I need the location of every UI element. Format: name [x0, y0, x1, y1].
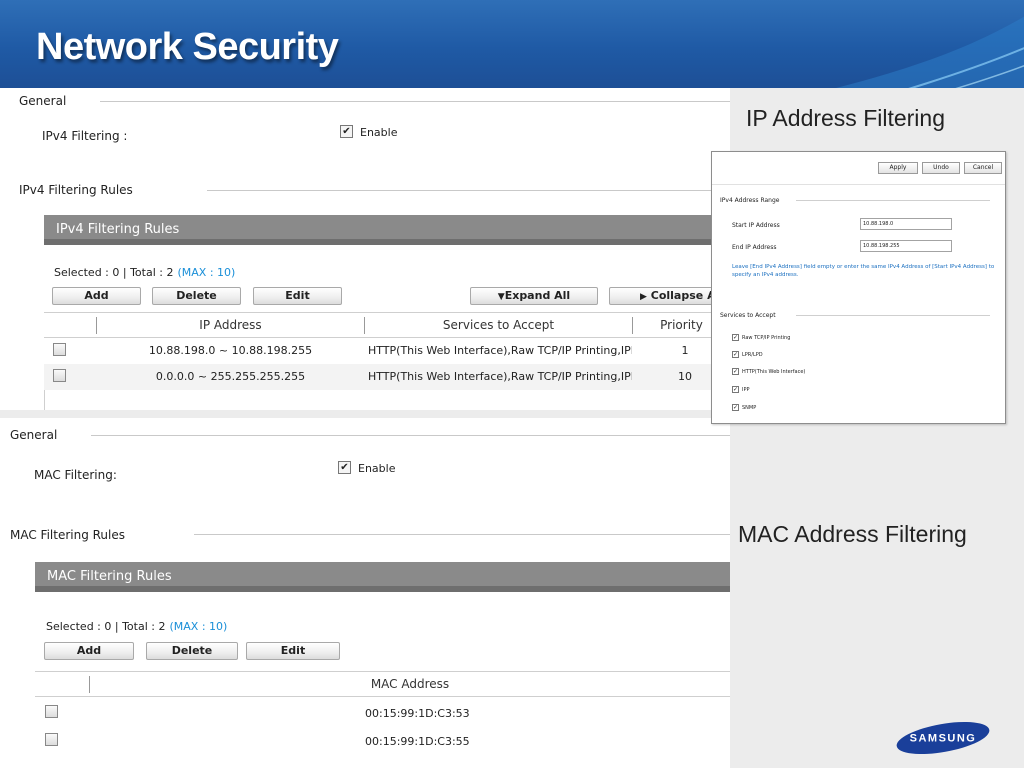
start-ip-input[interactable]: 10.88.198.0	[860, 218, 952, 230]
mac-table-header: MAC Address	[35, 671, 730, 697]
service-label: IPP	[742, 387, 750, 393]
service-label: SNMP	[742, 405, 757, 411]
ipv4-enable-label: Enable	[360, 126, 398, 139]
mac-filtering-label: MAC Filtering:	[34, 468, 117, 482]
service-checkbox[interactable]: ✓	[732, 368, 739, 375]
ipv4-rules-grid-header: IPv4 Filtering Rules	[44, 215, 730, 245]
section-divider	[796, 200, 990, 201]
grid-title: IPv4 Filtering Rules	[56, 222, 180, 237]
section-divider	[91, 435, 730, 436]
service-checkbox[interactable]: ✓	[732, 334, 739, 341]
service-checkbox[interactable]: ✓	[732, 404, 739, 411]
ip-range-settings-screenshot: Apply Undo Cancel IPv4 Address Range Sta…	[711, 151, 1006, 424]
logo-text: SAMSUNG	[910, 733, 977, 745]
ipv4-table-header: IP Address Services to Accept Priority	[44, 312, 730, 338]
end-ip-label: End IP Address	[732, 244, 777, 251]
expand-all-label: Expand All	[504, 289, 571, 302]
expand-all-button[interactable]: ▼Expand All	[470, 287, 598, 305]
selection-info: Selected : 0 | Total : 2 (MAX : 10)	[46, 620, 227, 633]
row-select-checkbox[interactable]	[45, 733, 58, 746]
end-ip-help-text: Leave [End IPv4 Address] field empty or …	[732, 264, 995, 278]
delete-button[interactable]: Delete	[146, 642, 238, 660]
table-row[interactable]: 0.0.0.0 ~ 255.255.255.255 HTTP(This Web …	[44, 364, 730, 390]
max-count: (MAX : 10)	[177, 266, 236, 279]
delete-button[interactable]: Delete	[152, 287, 241, 305]
ipv4-filtering-label: IPv4 Filtering :	[42, 129, 128, 143]
column-header-mac-address[interactable]: MAC Address	[90, 672, 730, 696]
table-row[interactable]: 00:15:99:1D:C3:53	[35, 701, 730, 727]
mac-address-cell: 00:15:99:1D:C3:53	[365, 707, 470, 720]
ip-filtering-caption: IP Address Filtering	[746, 105, 946, 131]
divider	[712, 184, 1005, 185]
start-ip-label: Start IP Address	[732, 222, 780, 229]
selection-info: Selected : 0 | Total : 2 (MAX : 10)	[54, 266, 235, 279]
banner-wave-decoration	[835, 16, 1024, 88]
collapse-all-label: Collapse A	[650, 289, 716, 302]
column-header-ip-address[interactable]: IP Address	[97, 313, 364, 337]
max-count: (MAX : 10)	[169, 620, 228, 633]
mac-address-cell: 00:15:99:1D:C3:55	[365, 735, 470, 748]
selection-count: Selected : 0 | Total : 2	[46, 620, 166, 633]
general-section-label: General	[10, 428, 58, 442]
ipv4-rules-section-label: IPv4 Filtering Rules	[19, 183, 133, 197]
section-divider	[194, 534, 730, 535]
ipv4-enable-checkbox[interactable]	[340, 125, 353, 138]
general-section-label: General	[19, 94, 67, 108]
apply-button[interactable]: Apply	[878, 162, 918, 174]
section-divider	[207, 190, 730, 191]
title-banner: Network Security	[0, 0, 1024, 88]
row-select-checkbox[interactable]	[45, 705, 58, 718]
mac-enable-label: Enable	[358, 462, 396, 475]
edit-button[interactable]: Edit	[253, 287, 342, 305]
service-label: LPR/LPD	[742, 352, 763, 358]
services-cell: HTTP(This Web Interface),Raw TCP/IP Prin…	[368, 344, 632, 357]
service-label: Raw TCP/IP Printing	[742, 335, 791, 341]
mac-rules-grid-header: MAC Filtering Rules	[35, 562, 730, 592]
service-checkbox[interactable]: ✓	[732, 351, 739, 358]
selection-count: Selected : 0 | Total : 2	[54, 266, 174, 279]
triangle-right-icon: ▶	[640, 292, 647, 302]
services-cell: HTTP(This Web Interface),Raw TCP/IP Prin…	[368, 370, 632, 383]
grid-title: MAC Filtering Rules	[47, 569, 172, 584]
ip-filtering-panel: General IPv4 Filtering : Enable IPv4 Fil…	[0, 88, 730, 410]
ip-address-cell: 10.88.198.0 ~ 10.88.198.255	[148, 344, 313, 357]
edit-button[interactable]: Edit	[246, 642, 340, 660]
add-button[interactable]: Add	[52, 287, 141, 305]
column-header-services[interactable]: Services to Accept	[365, 313, 632, 337]
service-checkbox[interactable]: ✓	[732, 386, 739, 393]
row-select-checkbox[interactable]	[53, 343, 66, 356]
mac-filtering-caption: MAC Address Filtering	[738, 521, 967, 547]
undo-button[interactable]: Undo	[922, 162, 960, 174]
services-label: Services to Accept	[720, 312, 776, 319]
row-select-checkbox[interactable]	[53, 369, 66, 382]
table-row[interactable]: 10.88.198.0 ~ 10.88.198.255 HTTP(This We…	[44, 338, 730, 364]
ipv4-range-label: IPv4 Address Range	[720, 197, 780, 204]
mac-rules-section-label: MAC Filtering Rules	[10, 528, 126, 542]
ip-address-cell: 0.0.0.0 ~ 255.255.255.255	[155, 370, 306, 383]
add-button[interactable]: Add	[44, 642, 134, 660]
table-bottom-border	[44, 390, 45, 410]
table-row[interactable]: 00:15:99:1D:C3:55	[35, 729, 730, 755]
cancel-button[interactable]: Cancel	[964, 162, 1002, 174]
mac-filtering-panel: General MAC Filtering: Enable MAC Filter…	[0, 418, 730, 768]
section-divider	[796, 315, 990, 316]
section-divider	[100, 101, 730, 102]
page-title: Network Security	[36, 26, 339, 68]
samsung-logo: SAMSUNG	[896, 721, 990, 755]
end-ip-input[interactable]: 10.88.198.255	[860, 240, 952, 252]
service-label: HTTP(This Web Interface)	[742, 369, 806, 375]
mac-enable-checkbox[interactable]	[338, 461, 351, 474]
triangle-down-icon: ▼	[497, 292, 505, 302]
